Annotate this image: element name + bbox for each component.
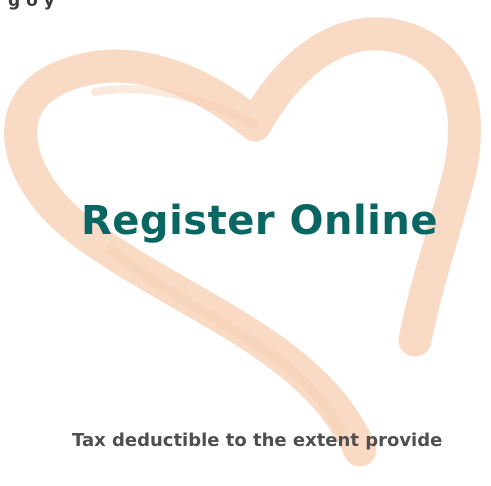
tax-deductible-note: Tax deductible to the extent provide bbox=[72, 430, 443, 451]
register-online-link[interactable]: Register Online bbox=[81, 198, 438, 244]
